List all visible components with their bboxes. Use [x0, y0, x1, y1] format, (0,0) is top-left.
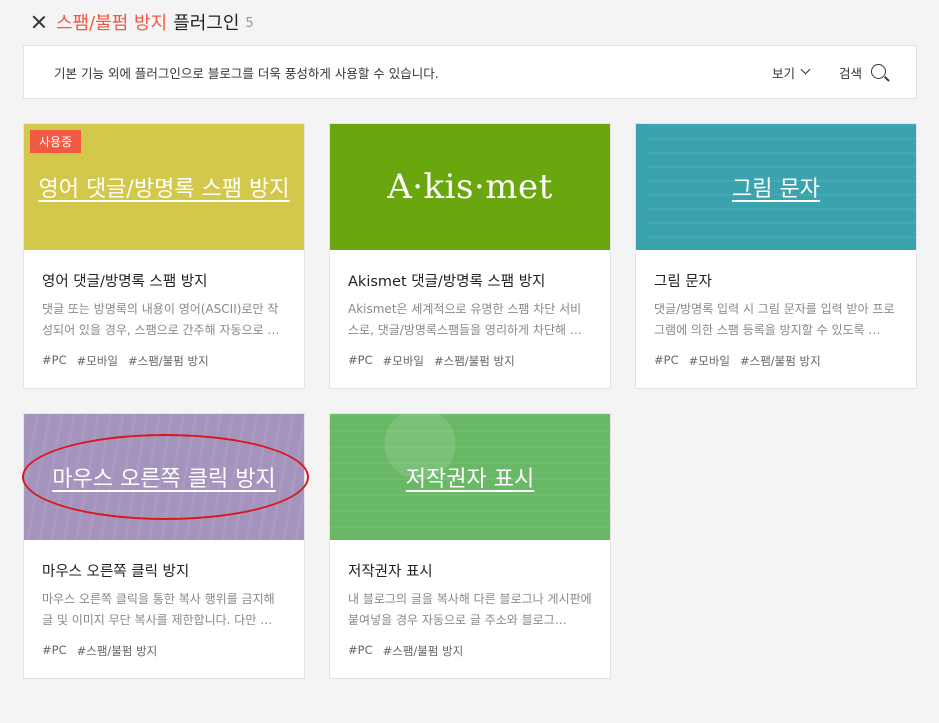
- plugin-card-right-click-block[interactable]: 마우스 오른쪽 클릭 방지 마우스 오른쪽 클릭 방지 마우스 오른쪽 클릭을 …: [23, 413, 305, 679]
- plugin-name: 그림 문자: [654, 274, 712, 290]
- tag: #모바일: [688, 354, 730, 368]
- tag: #PC: [654, 353, 679, 367]
- thumbnail-title: 마우스 오른쪽 클릭 방지: [52, 467, 276, 492]
- plugin-tags: #PC #스팸/불펌 방지: [348, 643, 592, 659]
- plugin-summary: 댓글 또는 방명록의 내용이 영어(ASCII)로만 작성되어 있을 경우, 스…: [42, 302, 280, 337]
- plugin-summary: Akismet은 세계적으로 유명한 스팸 차단 서비스로, 댓글/방명록스팸들…: [348, 302, 582, 337]
- tag: #스팸/불펌 방지: [76, 644, 158, 658]
- plugin-thumbnail: 사용중 영어 댓글/방명록 스팸 방지: [24, 124, 304, 250]
- tag: #스팸/불펌 방지: [128, 354, 209, 368]
- plugin-tags: #PC #스팸/불펌 방지: [42, 643, 286, 659]
- plugin-name: 마우스 오른쪽 클릭 방지: [42, 564, 190, 580]
- search-icon: [871, 63, 886, 79]
- plugin-card-copyright[interactable]: 저작권자 표시 저작권자 표시 내 블로그의 글을 복사해 다른 블로그나 게시…: [329, 413, 611, 679]
- plugin-name: Akismet 댓글/방명록 스팸 방지: [348, 274, 546, 290]
- chevron-down-icon: [800, 64, 811, 74]
- plugin-count: 5: [245, 15, 254, 31]
- tag: #PC: [42, 643, 67, 657]
- plugin-tags: #PC #모바일 #스팸/불펌 방지: [654, 353, 898, 369]
- view-label: 보기: [771, 65, 795, 81]
- page-title: 플러그인: [173, 13, 240, 34]
- plugin-summary: 댓글/방명록 입력 시 그림 문자를 입력 받아 프로그램에 의한 스팸 등록을…: [654, 302, 895, 337]
- plugin-name: 영어 댓글/방명록 스팸 방지: [42, 274, 208, 290]
- thumbnail-title: 저작권자 표시: [405, 467, 535, 492]
- tag: #PC: [348, 353, 373, 367]
- plugin-summary: 마우스 오른쪽 클릭을 통한 복사 행위를 금지해 글 및 이미지 무단 복사를…: [42, 592, 275, 627]
- plugin-thumbnail: 저작권자 표시: [330, 414, 610, 540]
- thumbnail-title: 영어 댓글/방명록 스팸 방지: [38, 177, 290, 202]
- plugin-card-captcha[interactable]: 그림 문자 그림 문자 댓글/방명록 입력 시 그림 문자를 입력 받아 프로그…: [635, 123, 917, 389]
- view-dropdown[interactable]: 보기: [771, 63, 811, 82]
- search-label: 검색: [838, 65, 862, 81]
- plugin-card-akismet[interactable]: A·kis·met Akismet 댓글/방명록 스팸 방지 Akismet은 …: [329, 123, 611, 389]
- plugin-thumbnail: 마우스 오른쪽 클릭 방지: [24, 414, 304, 540]
- plugin-tags: #PC #모바일 #스팸/불펌 방지: [42, 353, 286, 369]
- tag: #스팸/불펌 방지: [740, 354, 821, 368]
- tag: #모바일: [76, 354, 118, 368]
- akismet-logo: A·kis·met: [387, 167, 553, 207]
- tag: #PC: [42, 353, 67, 367]
- info-bar: 기본 기능 외에 플러그인으로 블로그를 더욱 풍성하게 사용할 수 있습니다.…: [23, 45, 917, 99]
- page-header: 스팸/불펌 방지 플러그인 5: [30, 8, 254, 36]
- plugin-card-english-spam[interactable]: 사용중 영어 댓글/방명록 스팸 방지 영어 댓글/방명록 스팸 방지 댓글 또…: [23, 123, 305, 389]
- tag: #PC: [348, 643, 373, 657]
- plugin-thumbnail: 그림 문자: [636, 124, 916, 250]
- close-icon[interactable]: [30, 13, 48, 31]
- category-title: 스팸/불펌 방지: [56, 13, 168, 34]
- plugin-summary: 내 블로그의 글을 복사해 다른 블로그나 게시판에 붙여넣을 경우 자동으로 …: [348, 592, 592, 627]
- tag: #스팸/불펌 방지: [434, 354, 515, 368]
- info-description: 기본 기능 외에 플러그인으로 블로그를 더욱 풍성하게 사용할 수 있습니다.: [54, 65, 439, 81]
- plugin-thumbnail: A·kis·met: [330, 124, 610, 250]
- tag: #모바일: [382, 354, 424, 368]
- plugin-tags: #PC #모바일 #스팸/불펌 방지: [348, 353, 592, 369]
- plugin-name: 저작권자 표시: [348, 564, 433, 580]
- thumbnail-title: 그림 문자: [732, 177, 820, 202]
- in-use-badge: 사용중: [30, 130, 82, 153]
- search-button[interactable]: 검색: [839, 63, 886, 82]
- tag: #스팸/불펌 방지: [382, 644, 464, 658]
